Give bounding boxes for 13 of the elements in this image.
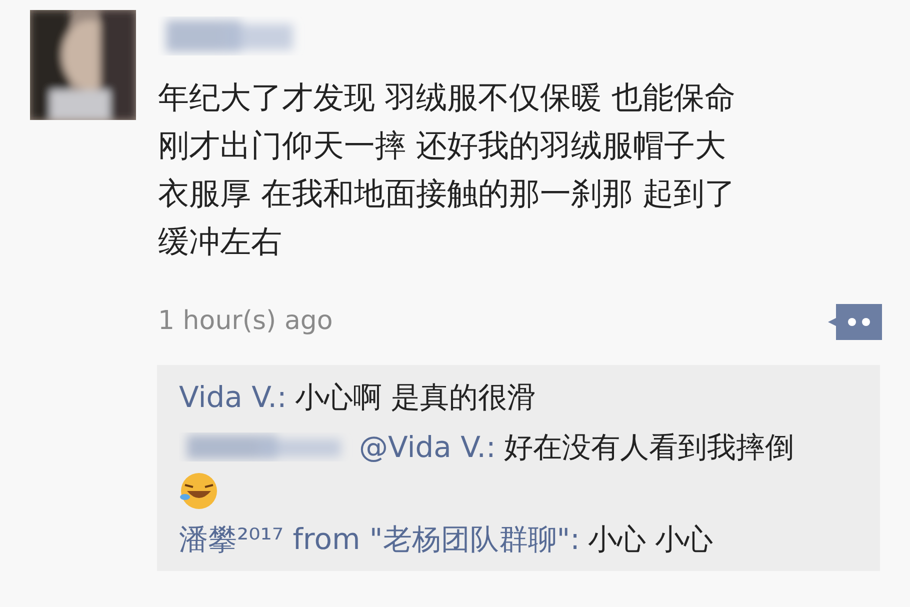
comment-text: 小心 小心 [588,521,714,558]
comment-icon [828,304,882,340]
comment-author[interactable]: 潘攀²⁰¹⁷ from "老杨团队群聊": [179,517,580,561]
comment-text: 小心啊 是真的很滑 [294,379,536,416]
post-text-line: 刚才出门仰天一摔 还好我的羽绒服帽子大 [158,127,727,166]
comment-author[interactable]: @Vida V.: [359,425,496,469]
comment-text: 好在没有人看到我摔倒 [504,429,794,466]
post-text-line: 年纪大了才发现 羽绒服不仅保暖 也能保命 [158,79,736,118]
comment-author[interactable]: Vida V.: [179,375,287,419]
post-text-line: 缓冲左右 [158,223,283,262]
comment-button[interactable] [828,304,882,340]
post-text-line: 衣服厚 在我和地面接触的那一刹那 起到了 [158,175,736,214]
post-time: 1 hour(s) ago [158,305,333,338]
